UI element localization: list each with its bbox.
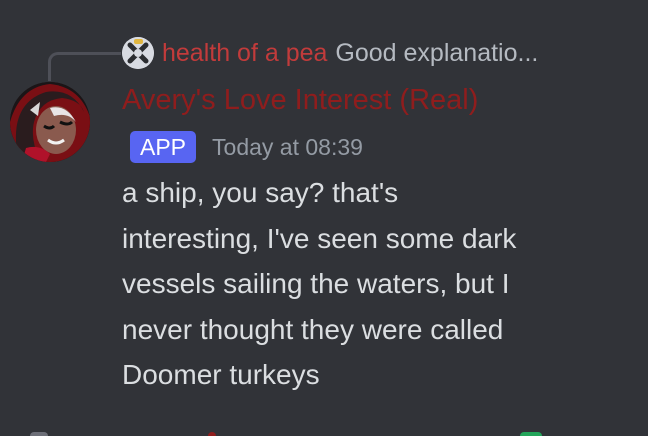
- message-line: vessels sailing the waters, but I: [122, 268, 510, 299]
- reply-reference[interactable]: health of a pea Good explanatio...: [122, 36, 538, 70]
- message-author-name[interactable]: Avery's Love Interest (Real): [122, 84, 478, 117]
- reply-connector: [48, 52, 121, 81]
- message-line: a ship, you say? that's: [122, 177, 399, 208]
- character-avatar-icon: [10, 82, 90, 162]
- reply-author-name[interactable]: health of a pea: [162, 39, 327, 68]
- author-avatar[interactable]: [10, 82, 90, 162]
- message-line: Doomer turkeys: [122, 359, 320, 390]
- next-message-name-edge: [208, 432, 216, 436]
- message-content: a ship, you say? that's interesting, I'v…: [122, 170, 592, 398]
- chat-message: health of a pea Good explanatio... Avery…: [0, 0, 648, 436]
- app-badge: APP: [130, 131, 197, 163]
- reply-preview-text[interactable]: Good explanatio...: [335, 39, 538, 68]
- message-meta: APP Today at 08:39: [130, 131, 363, 163]
- next-message-avatar-edge: [30, 432, 48, 436]
- reply-author-avatar-icon[interactable]: [122, 37, 154, 69]
- message-line: never thought they were called: [122, 313, 504, 345]
- next-message-reaction-edge: [520, 432, 542, 436]
- message-timestamp[interactable]: Today at 08:39: [212, 134, 363, 161]
- message-line: interesting, I've seen some dark: [122, 222, 517, 254]
